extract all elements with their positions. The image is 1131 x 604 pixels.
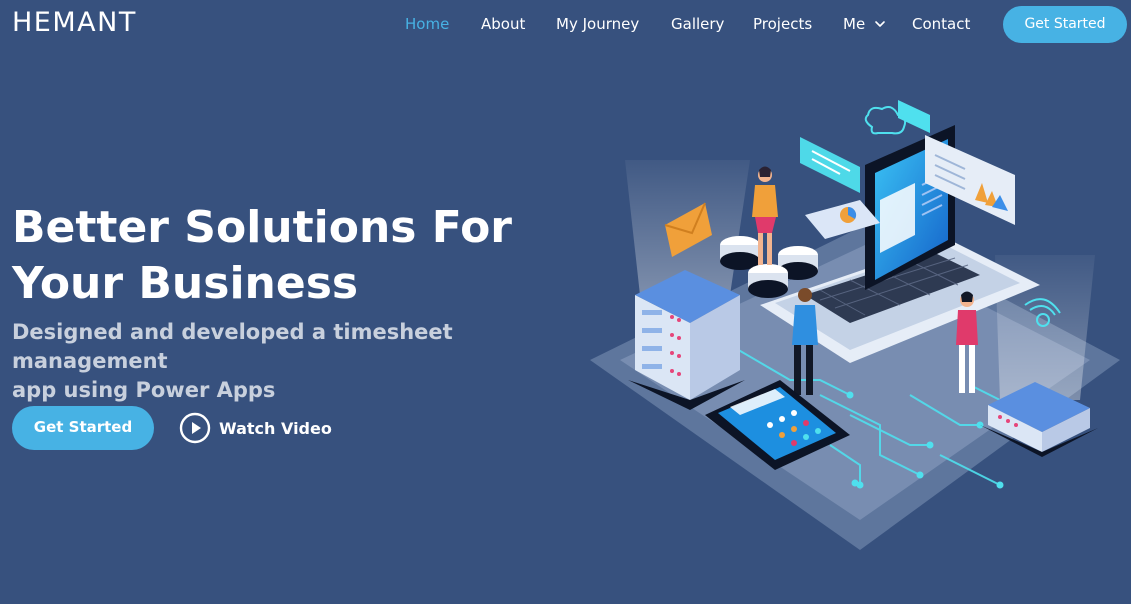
nav-me-label: Me bbox=[843, 15, 866, 33]
hero-title-line1: Better Solutions For bbox=[12, 202, 513, 253]
hero-subtitle: Designed and developed a timesheet manag… bbox=[12, 318, 592, 405]
hero-subtitle-line1: Designed and developed a timesheet manag… bbox=[12, 320, 453, 373]
nav-me-dropdown[interactable]: Me bbox=[843, 14, 886, 34]
site-logo[interactable]: HEMANT bbox=[12, 6, 137, 40]
nav-contact[interactable]: Contact bbox=[912, 14, 970, 34]
nav-projects[interactable]: Projects bbox=[753, 14, 812, 34]
hero-title-line2: Your Business bbox=[12, 258, 359, 309]
nav-gallery[interactable]: Gallery bbox=[671, 14, 724, 34]
watch-video-link[interactable]: Watch Video bbox=[179, 411, 332, 445]
nav-home[interactable]: Home bbox=[405, 14, 449, 34]
hero-title: Better Solutions For Your Business bbox=[12, 200, 572, 312]
nav-my-journey[interactable]: My Journey bbox=[556, 14, 639, 34]
nav-about[interactable]: About bbox=[481, 14, 525, 34]
get-started-header-button[interactable]: Get Started bbox=[1003, 6, 1127, 43]
watch-video-label: Watch Video bbox=[219, 418, 332, 438]
hero-subtitle-line2: app using Power Apps bbox=[12, 378, 276, 402]
site-header: HEMANT Home About My Journey Gallery Pro… bbox=[0, 0, 1131, 48]
hero-illustration bbox=[590, 100, 1120, 550]
chevron-down-icon bbox=[875, 21, 885, 27]
get-started-hero-button[interactable]: Get Started bbox=[12, 406, 154, 450]
play-circle-icon bbox=[179, 412, 211, 444]
